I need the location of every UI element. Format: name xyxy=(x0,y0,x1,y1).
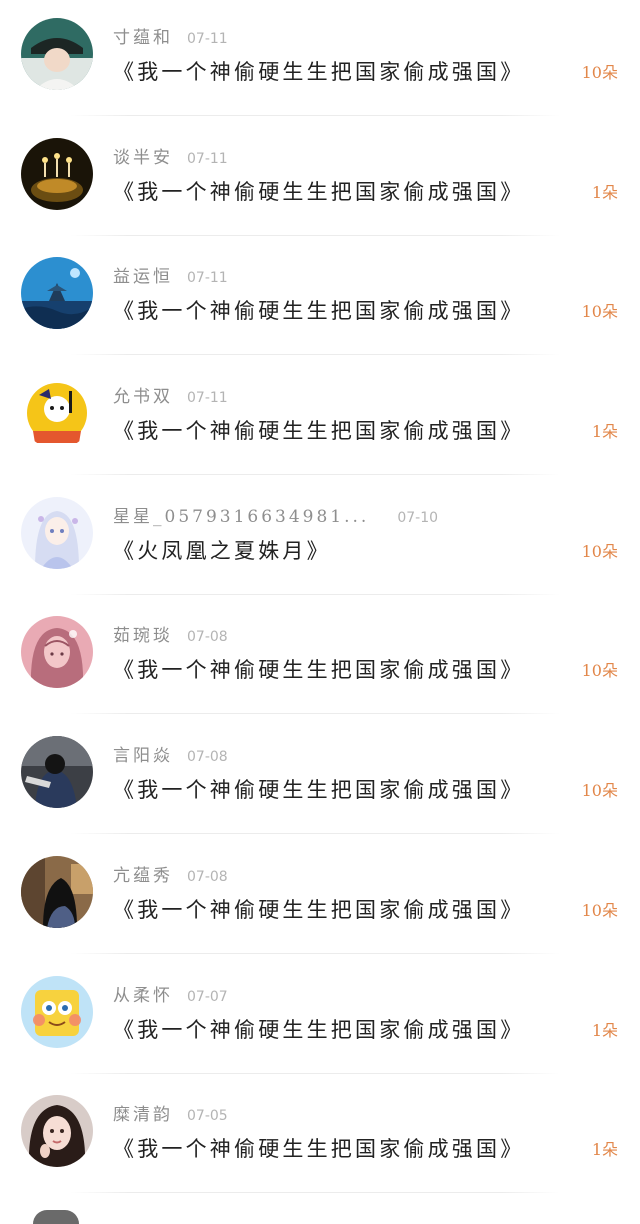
comment-date: 07-11 xyxy=(187,150,228,167)
comment-meta: 益运恒 07-11 xyxy=(113,266,228,288)
divider xyxy=(70,474,560,476)
avatar[interactable] xyxy=(21,616,93,689)
comment-date: 07-08 xyxy=(187,749,228,766)
comment-meta: 允书双 07-11 xyxy=(113,386,228,408)
divider xyxy=(70,1072,560,1074)
comment-meta: 糜清韵 07-05 xyxy=(113,1104,228,1126)
book-title[interactable]: 《我一个神偷硬生生把国家偷成强国》 xyxy=(113,1134,524,1164)
list-item[interactable]: 益运恒 07-11 《我一个神偷硬生生把国家偷成强国》 10朵 xyxy=(0,239,640,359)
username[interactable]: 糜清韵 xyxy=(113,1105,173,1125)
flower-count: 1朵 xyxy=(591,422,618,442)
flower-count: 10朵 xyxy=(581,781,618,801)
list-item[interactable]: 茹琬琰 07-08 《我一个神偷硬生生把国家偷成强国》 10朵 xyxy=(0,598,640,718)
username[interactable]: 言阳焱 xyxy=(113,746,173,766)
divider xyxy=(70,833,560,835)
username[interactable]: 寸蕴和 xyxy=(113,28,173,48)
flower-count: 1朵 xyxy=(591,182,618,202)
username[interactable]: 允书双 xyxy=(113,387,173,407)
book-title[interactable]: 《我一个神偷硬生生把国家偷成强国》 xyxy=(113,895,524,925)
username[interactable]: 亢蕴秀 xyxy=(113,866,173,886)
avatar[interactable] xyxy=(21,137,93,210)
avatar[interactable] xyxy=(21,496,93,569)
divider xyxy=(70,115,560,116)
flower-count: 10朵 xyxy=(581,661,618,681)
username[interactable]: 谈半安 xyxy=(113,148,173,168)
list-item[interactable]: 言阳焱 07-08 《我一个神偷硬生生把国家偷成强国》 10朵 xyxy=(0,718,640,838)
book-title[interactable]: 《我一个神偷硬生生把国家偷成强国》 xyxy=(113,416,524,446)
username[interactable]: 从柔怀 xyxy=(113,986,173,1006)
comment-meta: 谈半安 07-11 xyxy=(113,147,228,169)
comment-date: 07-07 xyxy=(187,988,228,1005)
avatar[interactable] xyxy=(21,975,93,1048)
avatar[interactable] xyxy=(21,1095,93,1168)
comment-date: 07-10 xyxy=(397,509,439,526)
comment-meta: 星星_0579316634981... 07-10 xyxy=(113,506,438,528)
divider xyxy=(70,593,560,595)
flower-count: 10朵 xyxy=(581,302,618,322)
book-title[interactable]: 《我一个神偷硬生生把国家偷成强国》 xyxy=(113,177,524,207)
comment-meta: 从柔怀 07-07 xyxy=(113,985,228,1007)
comment-date: 07-05 xyxy=(187,1108,228,1125)
list-item[interactable]: 糜清韵 07-05 《我一个神偷硬生生把国家偷成强国》 1朵 xyxy=(0,1077,640,1197)
avatar[interactable] xyxy=(21,736,93,809)
comment-date: 07-11 xyxy=(187,31,228,47)
comment-date: 07-08 xyxy=(187,629,228,646)
comment-date: 07-08 xyxy=(187,868,228,885)
divider xyxy=(70,952,560,954)
avatar[interactable] xyxy=(21,257,93,330)
avatar[interactable] xyxy=(21,855,93,928)
comment-meta: 亢蕴秀 07-08 xyxy=(113,865,228,887)
divider xyxy=(70,354,560,356)
avatar[interactable] xyxy=(21,377,93,450)
list-item[interactable]: 星星_0579316634981... 07-10 《火凤凰之夏姝月》 10朵 xyxy=(0,479,640,599)
flower-count: 10朵 xyxy=(581,900,618,920)
list-item[interactable]: 谈半安 07-11 《我一个神偷硬生生把国家偷成强国》 1朵 xyxy=(0,120,640,240)
comment-meta: 寸蕴和 07-11 xyxy=(113,27,228,49)
list-item[interactable]: 允书双 07-11 《我一个神偷硬生生把国家偷成强国》 1朵 xyxy=(0,359,640,479)
book-title[interactable]: 《我一个神偷硬生生把国家偷成强国》 xyxy=(113,57,524,87)
comment-meta: 言阳焱 07-08 xyxy=(113,745,228,767)
flower-count: 10朵 xyxy=(581,63,618,82)
flower-count: 10朵 xyxy=(581,541,618,561)
list-item[interactable]: 亢蕴秀 07-08 《我一个神偷硬生生把国家偷成强国》 10朵 xyxy=(0,838,640,958)
divider xyxy=(70,1192,560,1194)
username[interactable]: 益运恒 xyxy=(113,267,173,287)
avatar xyxy=(33,1210,79,1224)
comment-meta: 茹琬琰 07-08 xyxy=(113,625,228,647)
divider xyxy=(70,713,560,715)
comment-date: 07-11 xyxy=(187,270,228,287)
book-title[interactable]: 《火凤凰之夏姝月》 xyxy=(113,536,331,566)
divider xyxy=(70,234,560,236)
username[interactable]: 茹琬琰 xyxy=(113,626,173,646)
book-title[interactable]: 《我一个神偷硬生生把国家偷成强国》 xyxy=(113,1015,524,1045)
flower-count: 1朵 xyxy=(591,1020,618,1040)
book-title[interactable]: 《我一个神偷硬生生把国家偷成强国》 xyxy=(113,296,524,326)
list-item[interactable]: 从柔怀 07-07 《我一个神偷硬生生把国家偷成强国》 1朵 xyxy=(0,958,640,1078)
avatar[interactable] xyxy=(21,18,93,90)
comment-date: 07-11 xyxy=(187,390,228,407)
comment-list: 寸蕴和 07-11 《我一个神偷硬生生把国家偷成强国》 10朵 谈半安 07-11 … xyxy=(0,0,640,1197)
book-title[interactable]: 《我一个神偷硬生生把国家偷成强国》 xyxy=(113,775,524,805)
list-item[interactable]: 寸蕴和 07-11 《我一个神偷硬生生把国家偷成强国》 10朵 xyxy=(0,0,640,120)
book-title[interactable]: 《我一个神偷硬生生把国家偷成强国》 xyxy=(113,655,524,685)
username[interactable]: 星星_0579316634981... xyxy=(113,507,369,527)
flower-count: 1朵 xyxy=(591,1140,618,1160)
